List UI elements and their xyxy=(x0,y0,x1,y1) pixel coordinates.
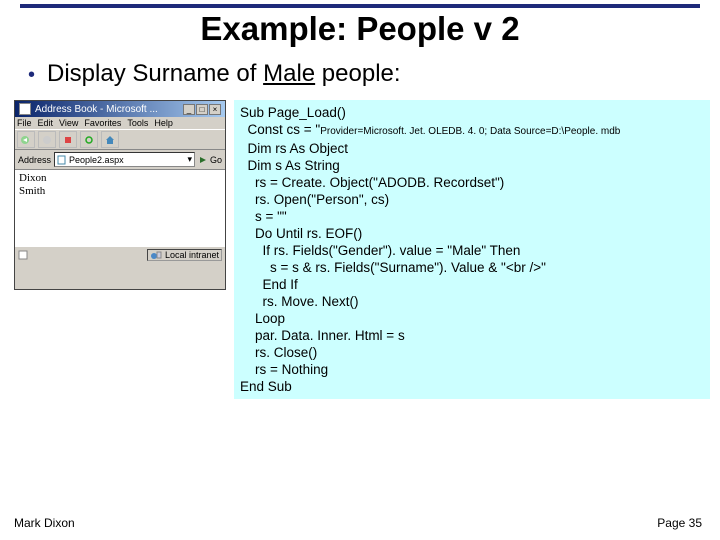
code-line: Dim rs As Object xyxy=(240,141,348,156)
bullet-underline: Male xyxy=(263,60,315,87)
code-line: Loop xyxy=(240,311,285,326)
list-item: Dixon xyxy=(19,172,221,185)
home-button[interactable] xyxy=(101,131,119,148)
bullet-dot: • xyxy=(28,60,35,90)
code-line: End Sub xyxy=(240,379,292,394)
code-line: Dim s As String xyxy=(240,158,340,173)
code-line: rs = Create. Object("ADODB. Recordset") xyxy=(240,175,504,190)
menu-file[interactable]: File xyxy=(17,118,32,128)
title-rule xyxy=(20,4,700,8)
code-line: rs. Move. Next() xyxy=(240,294,359,309)
bullet-text: Display Surname of Male people: xyxy=(47,60,401,88)
code-line: Const cs = " xyxy=(240,122,320,137)
back-button[interactable] xyxy=(17,131,35,148)
forward-button[interactable] xyxy=(38,131,56,148)
code-line: s = "" xyxy=(240,209,287,224)
slide-title: Example: People v 2 xyxy=(20,10,700,48)
code-line: Do Until rs. EOF() xyxy=(240,226,362,241)
minimize-button[interactable]: _ xyxy=(183,104,195,115)
address-bar: Address People2.aspx ▾ Go xyxy=(15,150,225,170)
page-icon xyxy=(57,155,67,165)
bullet-item: • Display Surname of Male people: xyxy=(0,60,720,90)
menu-favorites[interactable]: Favorites xyxy=(84,118,121,128)
maximize-button[interactable]: □ xyxy=(196,104,208,115)
address-input[interactable]: People2.aspx ▾ xyxy=(54,152,195,167)
titlebar: Address Book - Microsoft ... _ □ × xyxy=(15,101,225,117)
code-line: s = s & rs. Fields("Surname"). Value & "… xyxy=(240,260,546,275)
code-line: par. Data. Inner. Html = s xyxy=(240,328,405,343)
close-button[interactable]: × xyxy=(209,104,221,115)
toolbar xyxy=(15,129,225,150)
bullet-suffix: people: xyxy=(315,60,400,87)
menu-bar[interactable]: File Edit View Favorites Tools Help xyxy=(15,117,225,129)
app-icon xyxy=(19,103,31,115)
menu-view[interactable]: View xyxy=(59,118,78,128)
go-button[interactable]: Go xyxy=(198,155,222,165)
intranet-icon xyxy=(150,250,162,260)
address-value: People2.aspx xyxy=(69,155,124,165)
code-line: If rs. Fields("Gender"). value = "Male" … xyxy=(240,243,520,258)
browser-window: Address Book - Microsoft ... _ □ × File … xyxy=(14,100,226,290)
go-label: Go xyxy=(210,155,222,165)
list-item: Smith xyxy=(19,185,221,198)
code-line-small: Provider=Microsoft. Jet. OLEDB. 4. 0; Da… xyxy=(320,126,620,137)
code-line: End If xyxy=(240,277,298,292)
code-line: rs. Open("Person", cs) xyxy=(240,192,389,207)
bullet-prefix: Display Surname of xyxy=(47,60,263,87)
footer-author: Mark Dixon xyxy=(14,516,75,530)
menu-help[interactable]: Help xyxy=(154,118,173,128)
address-label: Address xyxy=(18,155,51,165)
menu-edit[interactable]: Edit xyxy=(38,118,54,128)
stop-button[interactable] xyxy=(59,131,77,148)
done-icon xyxy=(18,250,28,260)
code-block: Sub Page_Load() Const cs = "Provider=Mic… xyxy=(234,100,710,399)
footer-page: Page 35 xyxy=(657,516,702,530)
code-line: rs. Close() xyxy=(240,345,317,360)
refresh-button[interactable] xyxy=(80,131,98,148)
menu-tools[interactable]: Tools xyxy=(127,118,148,128)
code-line: rs = Nothing xyxy=(240,362,328,377)
window-title: Address Book - Microsoft ... xyxy=(35,104,158,115)
status-text: Local intranet xyxy=(165,250,219,260)
go-icon xyxy=(198,155,208,165)
zone-box: Local intranet xyxy=(147,249,222,261)
status-bar: Local intranet xyxy=(15,246,225,263)
page-content: Dixon Smith xyxy=(15,170,225,246)
code-line: Sub Page_Load() xyxy=(240,105,346,120)
